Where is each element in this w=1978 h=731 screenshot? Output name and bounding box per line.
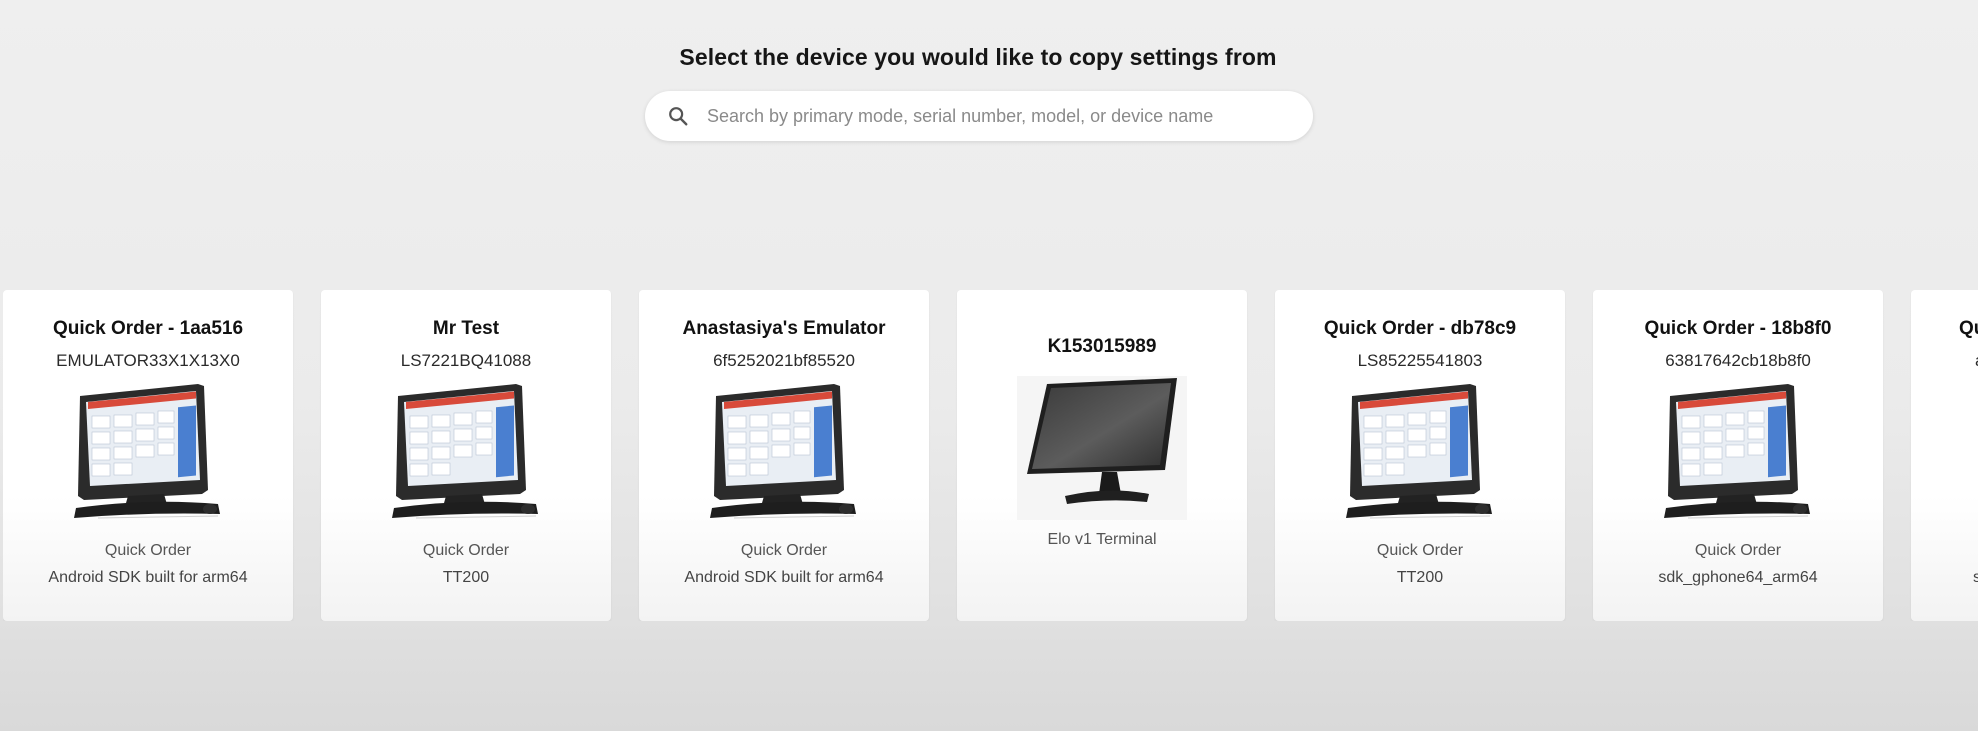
device-model: sdk_gphone64_arm64 [1658,569,1818,586]
pos-terminal-icon [704,380,864,520]
search-input[interactable] [705,104,1269,128]
device-serial: EMULATOR33X1X13X0 [56,351,240,370]
device-serial: LS7221BQ41088 [400,351,532,370]
device-model: TT200 [442,569,490,586]
device-primary-mode: Quick Order [1694,542,1782,559]
pos-terminal-icon [386,380,546,520]
pos-terminal-icon [1658,380,1818,520]
device-primary-mode: Quick Order [1376,542,1464,559]
search-bar[interactable] [645,91,1313,141]
device-model: Android SDK built for arm64 [684,569,884,586]
device-card[interactable]: K153015989 Elo v1 Terminal [957,290,1247,621]
device-card[interactable]: Anastasiya's Emulator 6f5252021bf85520 Q… [639,290,929,621]
page-title: Select the device you would like to copy… [679,44,1277,70]
device-card[interactable]: Quick Order - db78c9 LS85225541803 Quick… [1275,290,1565,621]
device-name: K153015989 [1047,336,1157,357]
device-list: Quick Order - 1aa516 EMULATOR33X1X13X0 Q… [3,290,1978,621]
device-model: Elo v1 Terminal [1047,531,1157,548]
search-icon [669,107,688,126]
device-name: Quick Order - db78c9 [1323,318,1517,339]
device-name: Qu [1959,318,1978,339]
device-card[interactable]: Quick Order - 18b8f0 63817642cb18b8f0 Qu… [1593,290,1883,621]
device-primary-mode: Quick Order [740,542,828,559]
device-name: Mr Test [432,318,500,339]
device-card[interactable]: Mr Test LS7221BQ41088 Quick Order TT200 [321,290,611,621]
device-card[interactable]: Quick Order - 1aa516 EMULATOR33X1X13X0 Q… [3,290,293,621]
device-serial: 63817642cb18b8f0 [1665,351,1811,370]
pos-terminal-icon [1340,380,1500,520]
device-card-partial[interactable]: Qu a s [1911,290,1978,621]
device-model: Android SDK built for arm64 [48,569,248,586]
elo-terminal-icon [1017,376,1187,520]
device-name: Anastasiya's Emulator [682,318,886,339]
device-primary-mode: Quick Order [104,542,192,559]
device-name: Quick Order - 18b8f0 [1644,318,1832,339]
device-model: s [1973,569,1978,586]
device-serial: 6f5252021bf85520 [713,351,855,370]
pos-terminal-icon [68,380,228,520]
device-name: Quick Order - 1aa516 [52,318,244,339]
device-model: TT200 [1396,569,1444,586]
device-serial: LS85225541803 [1357,351,1483,370]
device-primary-mode: Quick Order [422,542,510,559]
